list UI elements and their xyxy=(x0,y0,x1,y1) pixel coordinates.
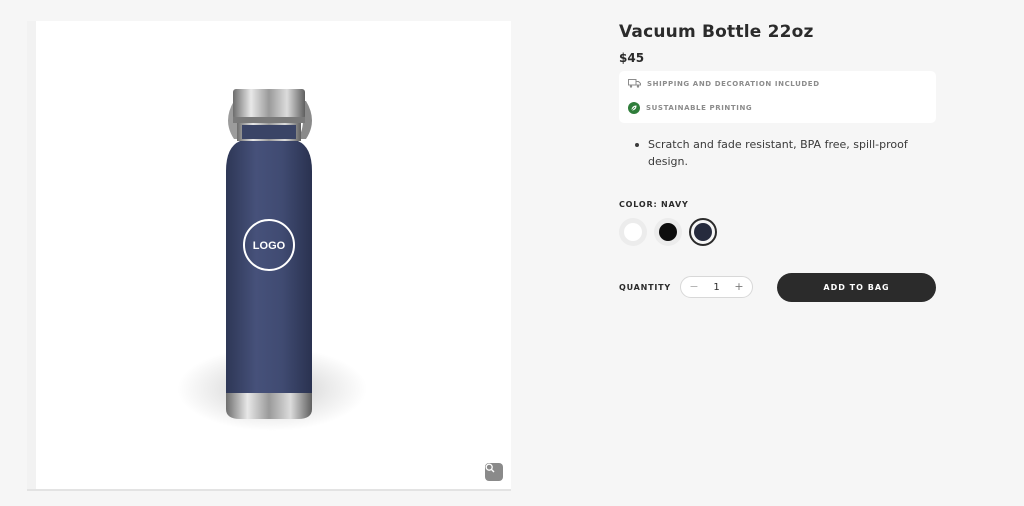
quantity-input[interactable] xyxy=(703,279,730,295)
description-list: Scratch and fade resistant, BPA free, sp… xyxy=(633,136,923,170)
swatch-black-dot xyxy=(659,223,677,241)
product-price: $45 xyxy=(619,51,645,65)
swatch-navy[interactable] xyxy=(689,218,717,246)
quantity-label: QUANTITY xyxy=(619,283,672,292)
magnifier-icon xyxy=(485,463,495,473)
product-page: LOGO Vacuum Bottle 22oz $45 SHIPPING AND… xyxy=(0,0,1024,506)
info-box: SHIPPING AND DECORATION INCLUDED SUSTAIN… xyxy=(619,71,936,123)
logo-text: LOGO xyxy=(253,240,286,252)
swatch-black[interactable] xyxy=(654,218,682,246)
increase-quantity-button[interactable]: + xyxy=(731,279,747,295)
description-item: Scratch and fade resistant, BPA free, sp… xyxy=(633,136,923,170)
color-label: COLOR: NAVY xyxy=(619,200,689,209)
sustainable-row: SUSTAINABLE PRINTING xyxy=(628,102,752,114)
shipping-row: SHIPPING AND DECORATION INCLUDED xyxy=(628,79,820,88)
swatch-white[interactable] xyxy=(619,218,647,246)
leaf-icon xyxy=(628,102,640,114)
add-to-bag-button[interactable]: ADD TO BAG xyxy=(777,273,936,302)
zoom-button[interactable] xyxy=(485,463,503,481)
swatch-white-dot xyxy=(624,223,642,241)
quantity-stepper: − + xyxy=(680,276,753,298)
shipping-text: SHIPPING AND DECORATION INCLUDED xyxy=(647,79,820,88)
product-title: Vacuum Bottle 22oz xyxy=(619,22,814,42)
sustainable-text: SUSTAINABLE PRINTING xyxy=(646,104,753,112)
bottle-image: LOGO xyxy=(177,89,367,431)
product-image-card: LOGO xyxy=(27,21,511,489)
decrease-quantity-button[interactable]: − xyxy=(686,279,702,295)
swatch-navy-dot xyxy=(694,223,712,241)
truck-icon xyxy=(628,79,641,88)
